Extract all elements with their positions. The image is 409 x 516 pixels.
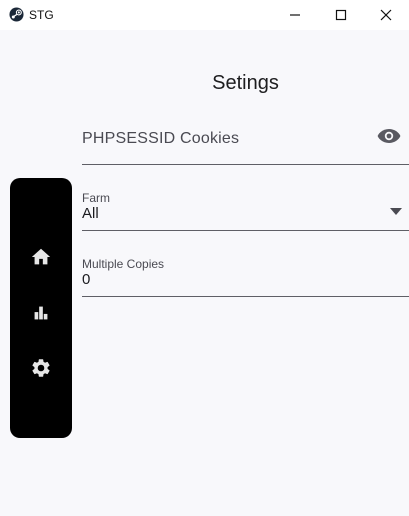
eye-icon[interactable] xyxy=(377,128,401,144)
nav-home-button[interactable] xyxy=(30,246,52,268)
bar-chart-icon xyxy=(34,306,48,320)
gear-icon xyxy=(32,359,50,377)
steam-logo-icon xyxy=(9,7,24,22)
multiple-copies-input[interactable]: Multiple Copies 0 xyxy=(82,252,409,297)
cookies-placeholder: PHPSESSID Cookies xyxy=(82,130,240,147)
close-button[interactable] xyxy=(363,0,409,30)
page-title: Setings xyxy=(212,72,279,94)
home-icon xyxy=(31,248,51,265)
multiple-copies-label: Multiple Copies xyxy=(82,257,165,271)
maximize-button[interactable] xyxy=(318,0,364,30)
main-content: Setings PHPSESSID Cookies Farm All Multi… xyxy=(0,30,409,516)
nav-settings-button[interactable] xyxy=(30,357,52,379)
maximize-icon xyxy=(335,9,347,21)
nav-stats-button[interactable] xyxy=(30,302,52,324)
farm-selected-value: All xyxy=(82,205,99,222)
window-title: STG xyxy=(29,8,54,22)
navigation-rail xyxy=(10,178,72,438)
multiple-copies-value: 0 xyxy=(82,271,91,288)
farm-label: Farm xyxy=(82,191,110,205)
cookies-input[interactable]: PHPSESSID Cookies xyxy=(82,118,409,165)
minimize-button[interactable] xyxy=(272,0,318,30)
farm-dropdown[interactable]: Farm All xyxy=(82,186,409,231)
minimize-icon xyxy=(290,14,300,16)
window-titlebar: STG xyxy=(0,0,409,30)
chevron-down-icon xyxy=(390,208,402,215)
close-icon xyxy=(380,9,392,21)
